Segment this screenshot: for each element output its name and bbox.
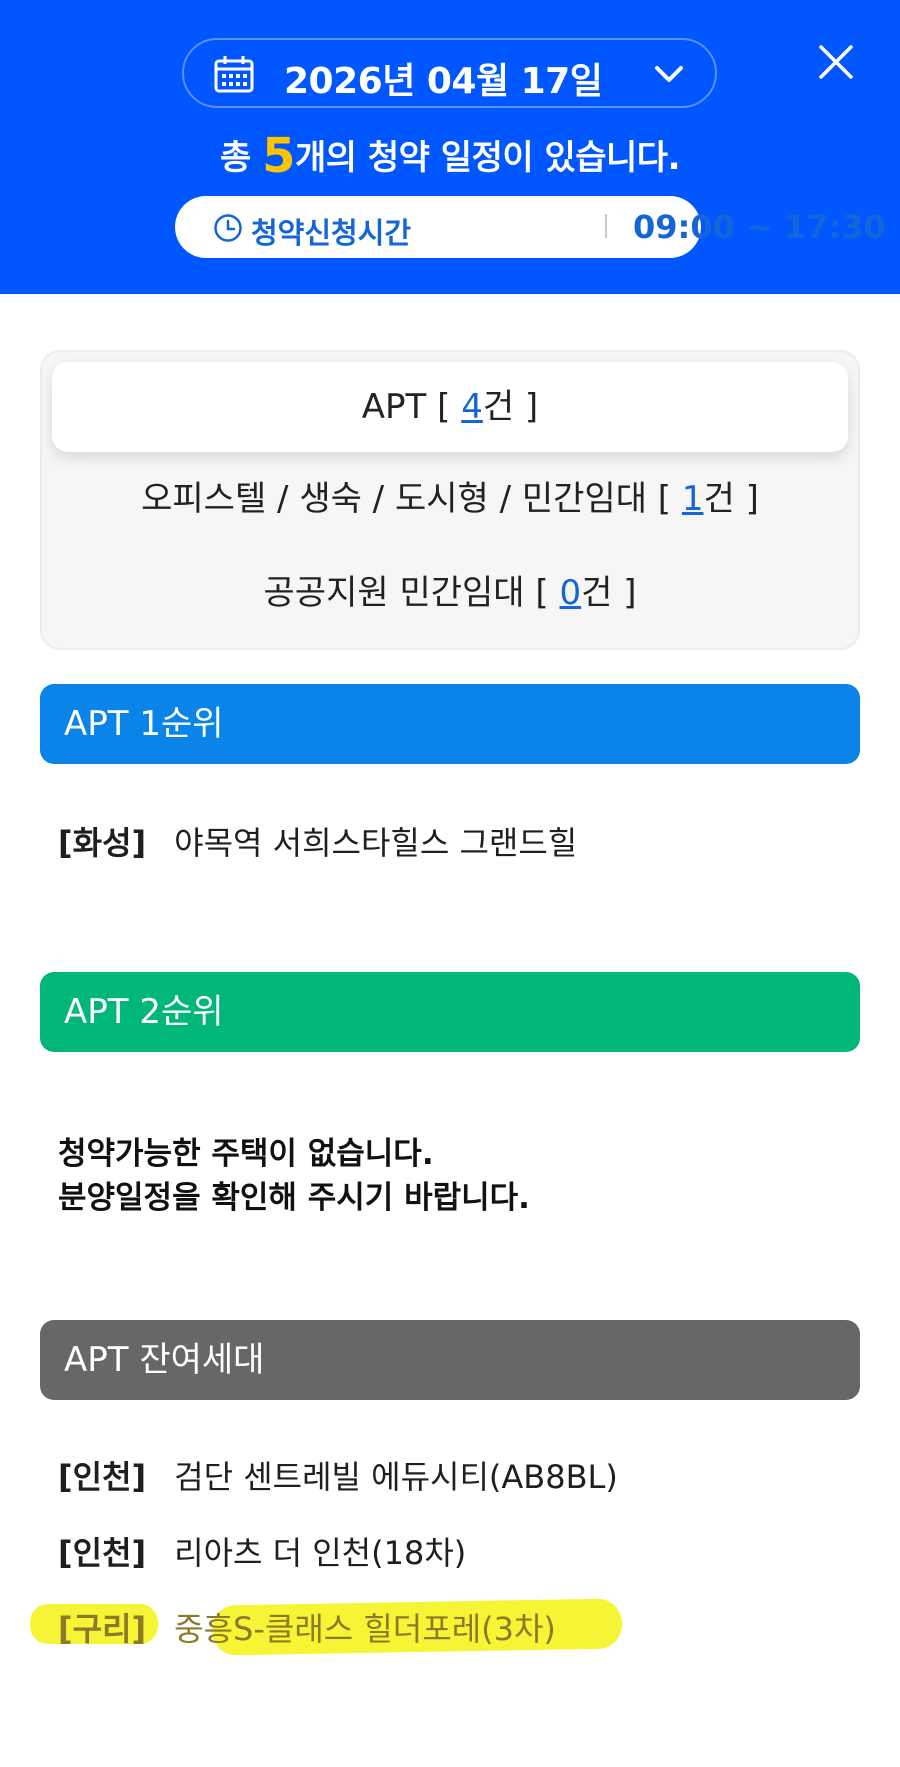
list-item[interactable]: [인천] 검단 센트레빌 에듀시티(AB8BL) <box>58 1452 618 1498</box>
tab-count: 1 <box>681 479 704 519</box>
section-header-rank2: APT 2순위 <box>40 972 860 1052</box>
item-name: 검단 센트레빌 에듀시티(AB8BL) <box>174 1458 618 1496</box>
tab-suffix: 건 ] <box>703 479 759 519</box>
item-region: [구리] <box>58 1610 147 1648</box>
item-name: 리아츠 더 인천(18차) <box>174 1534 467 1572</box>
list-item[interactable]: [인천] 리아츠 더 인천(18차) <box>58 1528 466 1574</box>
section-header-remaining: APT 잔여세대 <box>40 1320 860 1400</box>
divider <box>605 214 607 238</box>
tab-count: 4 <box>461 387 483 427</box>
list-item[interactable]: [구리] 중흥S-클래스 힐더포레(3차) <box>58 1604 556 1650</box>
close-icon[interactable] <box>818 44 854 80</box>
clock-icon <box>214 214 242 242</box>
category-tabs: APT [ 4건 ] 오피스텔 / 생숙 / 도시형 / 민간임대 [ 1건 ]… <box>40 350 860 650</box>
tab-label: 공공지원 민간임대 [ <box>263 573 560 613</box>
application-time-label: 청약신청시간 <box>251 216 412 250</box>
item-name: 중흥S-클래스 힐더포레(3차) <box>174 1610 556 1648</box>
application-time-badge: 청약신청시간 09:00 ~ 17:30 <box>175 196 886 258</box>
chevron-down-icon <box>655 66 683 82</box>
tab-count: 0 <box>559 573 582 613</box>
date-selector[interactable]: 2026년 04월 17일 <box>182 38 717 108</box>
schedule-summary: 총 5개의 청약 일정이 있습니다. <box>0 128 900 184</box>
tab-suffix: 건 ] <box>581 573 637 613</box>
item-region: [화성] <box>58 824 147 862</box>
notice-line: 분양일정을 확인해 주시기 바랍니다. <box>58 1180 530 1216</box>
header: 2026년 04월 17일 총 5개의 청약 일정이 있습니다. 청약신청시간 … <box>0 0 900 294</box>
selected-date: 2026년 04월 17일 <box>284 61 603 102</box>
item-region: [인천] <box>58 1458 147 1496</box>
tab-officetel[interactable]: 오피스텔 / 생숙 / 도시형 / 민간임대 [ 1건 ] <box>52 454 848 544</box>
notice-line: 청약가능한 주택이 없습니다. <box>58 1136 434 1172</box>
tab-public-rental[interactable]: 공공지원 민간임대 [ 0건 ] <box>52 548 848 638</box>
summary-prefix: 총 <box>219 138 263 178</box>
tab-label: 오피스텔 / 생숙 / 도시형 / 민간임대 [ <box>141 479 682 519</box>
item-name: 야목역 서희스타힐스 그랜드힐 <box>174 824 578 862</box>
tab-suffix: 건 ] <box>482 387 539 427</box>
tab-label: APT [ <box>361 387 462 427</box>
calendar-icon <box>214 56 254 93</box>
application-time-value: 09:00 ~ 17:30 <box>633 208 886 246</box>
schedule-count: 5 <box>262 128 295 184</box>
section-header-rank1: APT 1순위 <box>40 684 860 764</box>
item-region: [인천] <box>58 1534 147 1572</box>
tab-apt[interactable]: APT [ 4건 ] <box>52 362 848 452</box>
no-housing-notice: 청약가능한 주택이 없습니다. 분양일정을 확인해 주시기 바랍니다. <box>58 1132 530 1220</box>
list-item[interactable]: [화성] 야목역 서희스타힐스 그랜드힐 <box>58 818 577 864</box>
summary-suffix: 개의 청약 일정이 있습니다. <box>295 138 681 178</box>
